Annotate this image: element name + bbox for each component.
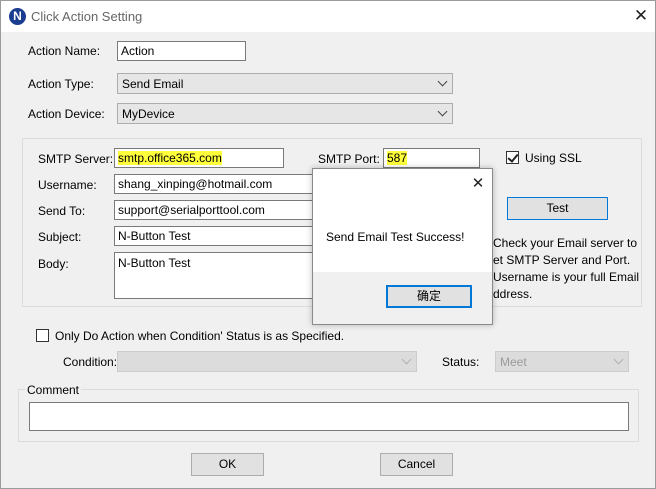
test-button[interactable]: Test bbox=[507, 197, 608, 220]
hint-line-4: ddress. bbox=[493, 287, 533, 301]
app-logo-icon: N bbox=[9, 8, 26, 25]
username-input[interactable]: shang_xinping@hotmail.com bbox=[114, 174, 314, 194]
ok-button[interactable]: OK bbox=[191, 453, 264, 476]
action-name-input[interactable]: Action bbox=[117, 41, 246, 61]
comment-label: Comment bbox=[25, 383, 82, 397]
condition-select[interactable] bbox=[117, 351, 417, 372]
title-bar: N Click Action Setting ✕ bbox=[1, 1, 655, 32]
username-label: Username: bbox=[38, 178, 97, 192]
status-label: Status: bbox=[442, 355, 480, 369]
smtp-server-input[interactable]: smtp.office365.com bbox=[114, 148, 284, 168]
action-device-value: MyDevice bbox=[122, 107, 175, 121]
send-to-input[interactable]: support@serialporttool.com bbox=[114, 200, 314, 220]
status-value: Meet bbox=[500, 355, 527, 369]
click-action-setting-window: N Click Action Setting ✕ Action Name: Ac… bbox=[0, 0, 656, 489]
dialog-content-area: ✕ Send Email Test Success! bbox=[313, 169, 492, 272]
chevron-down-icon bbox=[438, 107, 448, 117]
chevron-down-icon bbox=[438, 77, 448, 87]
comment-input[interactable] bbox=[29, 402, 629, 431]
chevron-down-icon bbox=[402, 355, 412, 365]
chevron-down-icon bbox=[614, 355, 624, 365]
smtp-port-label: SMTP Port: bbox=[318, 152, 380, 166]
status-select[interactable]: Meet bbox=[495, 351, 629, 372]
condition-label: Condition: bbox=[63, 355, 118, 369]
action-type-label: Action Type: bbox=[28, 77, 94, 91]
send-to-label: Send To: bbox=[38, 204, 86, 218]
using-ssl-checkbox[interactable] bbox=[506, 151, 519, 164]
cancel-button[interactable]: Cancel bbox=[380, 453, 453, 476]
action-device-select[interactable]: MyDevice bbox=[117, 103, 453, 124]
dialog-message: Send Email Test Success! bbox=[326, 230, 465, 244]
body-textarea[interactable]: N-Button Test bbox=[114, 252, 314, 299]
close-icon[interactable]: ✕ bbox=[467, 173, 489, 195]
smtp-server-label: SMTP Server: bbox=[38, 152, 114, 166]
subject-label: Subject: bbox=[38, 230, 82, 244]
test-result-dialog: ✕ Send Email Test Success! 确定 bbox=[312, 168, 493, 325]
action-device-label: Action Device: bbox=[28, 107, 105, 121]
action-type-value: Send Email bbox=[122, 77, 184, 91]
condition-checkbox[interactable] bbox=[36, 329, 49, 342]
using-ssl-label: Using SSL bbox=[525, 151, 582, 165]
subject-input[interactable]: N-Button Test bbox=[114, 226, 314, 246]
window-title: Click Action Setting bbox=[31, 9, 143, 24]
action-name-label: Action Name: bbox=[28, 44, 101, 58]
condition-checkbox-label: Only Do Action when Condition' Status is… bbox=[55, 329, 345, 343]
hint-line-1: Check your Email server to bbox=[493, 236, 638, 250]
hint-line-3: Username is your full Email bbox=[493, 270, 640, 284]
action-type-select[interactable]: Send Email bbox=[117, 73, 453, 94]
confirm-button[interactable]: 确定 bbox=[386, 285, 472, 308]
smtp-port-input[interactable]: 587 bbox=[383, 148, 480, 168]
hint-line-2: et SMTP Server and Port. bbox=[493, 253, 631, 267]
body-label: Body: bbox=[38, 257, 69, 271]
close-icon[interactable]: ✕ bbox=[629, 4, 653, 28]
